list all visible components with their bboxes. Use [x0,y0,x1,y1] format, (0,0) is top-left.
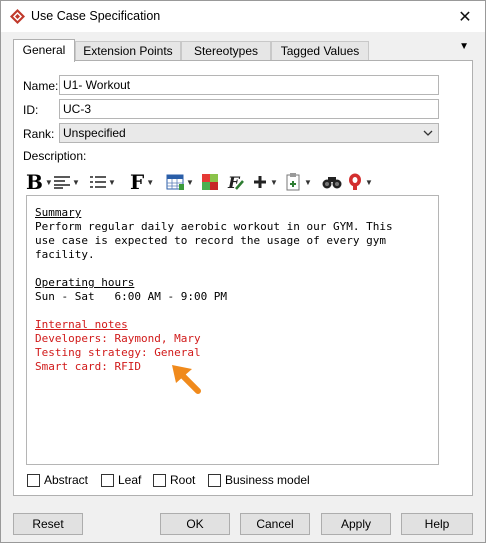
bold-button[interactable]: B ▼ [26,169,53,195]
list-button[interactable]: ▼ [90,169,116,195]
font-button[interactable]: F ▼ [130,169,154,195]
options-checkboxes: Abstract Leaf Root Business model [27,472,467,488]
bold-icon: B [26,170,43,194]
annotation-arrow-icon [172,365,201,394]
image-icon [202,174,218,190]
align-button[interactable]: ▼ [54,169,80,195]
app-logo-icon [10,9,25,24]
window-title: Use Case Specification [31,9,161,23]
name-label: Name: [23,79,59,93]
spellcheck-button[interactable]: ▼ [347,169,373,195]
summary-line: Perform regular daily aerobic workout in… [35,220,393,233]
hours-heading: Operating hours [35,276,135,289]
summary-line: use case is expected to record the usage… [35,234,386,247]
abstract-label: Abstract [44,473,89,487]
general-panel: Name: U1- Workout ID: UC-3 Rank: Unspeci… [13,60,473,496]
triangle-down-icon[interactable]: ▼ [459,41,469,52]
checkbox-box[interactable] [208,473,221,487]
tab-tagged-values[interactable]: Tagged Values [271,41,369,61]
business-model-label: Business model [225,473,310,487]
checkbox-box[interactable] [101,473,114,487]
table-button[interactable]: ▼ [166,169,194,195]
description-editor[interactable]: Summary Perform regular daily aerobic wor… [26,195,439,465]
rank-value: Unspecified [63,126,126,140]
notes-line: Testing strategy: General [35,346,201,359]
table-icon [166,174,184,190]
tab-stereotypes[interactable]: Stereotypes [181,41,271,61]
description-toolbar: B ▼ ▼ ▼ F ▼ ▼ F ▼ ▼ ▼ [26,169,426,195]
name-field[interactable]: U1- Workout [59,75,439,95]
summary-line: facility. [35,248,95,261]
find-button[interactable] [322,169,342,195]
insert-button[interactable]: ▼ [252,169,278,195]
id-field[interactable]: UC-3 [59,99,439,119]
align-icon [54,176,70,189]
dialog-window: Use Case Specification ✕ General Extensi… [0,0,486,543]
format-button[interactable]: F [227,169,245,195]
font-icon: F [130,170,145,194]
reset-button[interactable]: Reset [13,513,83,535]
id-label: ID: [23,103,39,117]
image-button[interactable] [201,169,219,195]
paste-icon [286,173,300,191]
rank-label: Rank: [23,127,55,141]
notes-line: Developers: Raymond, Mary [35,332,201,345]
root-label: Root [170,473,196,487]
format-icon: F [227,173,244,191]
cancel-button[interactable]: Cancel [240,513,310,535]
help-button[interactable]: Help [401,513,473,535]
insert-icon [254,176,266,188]
checkbox-box[interactable] [153,473,166,487]
find-icon [322,177,342,189]
leaf-checkbox[interactable]: Leaf [101,472,141,488]
description-label: Description: [23,149,87,163]
business-model-checkbox[interactable]: Business model [208,472,310,488]
checkbox-box[interactable] [27,473,40,487]
hours-line: Sun - Sat 6:00 AM - 9:00 PM [35,290,228,303]
apply-button[interactable]: Apply [321,513,391,535]
rank-select[interactable]: Unspecified [59,123,439,143]
leaf-label: Leaf [118,473,142,487]
ok-button[interactable]: OK [160,513,230,535]
root-checkbox[interactable]: Root [153,472,195,488]
svg-text:F: F [227,173,241,191]
chevron-down-icon [423,130,433,136]
summary-heading: Summary [35,206,82,219]
notes-heading: Internal notes [35,318,128,331]
title-bar: Use Case Specification ✕ [1,1,485,32]
tab-general[interactable]: General [13,39,75,62]
spellcheck-icon [349,173,361,190]
close-icon[interactable]: ✕ [445,1,485,32]
tab-extension-points[interactable]: Extension Points [75,41,181,61]
abstract-checkbox[interactable]: Abstract [27,472,88,488]
paste-button[interactable]: ▼ [286,169,312,195]
notes-line: Smart card: RFID [35,360,141,373]
list-icon [90,176,106,188]
